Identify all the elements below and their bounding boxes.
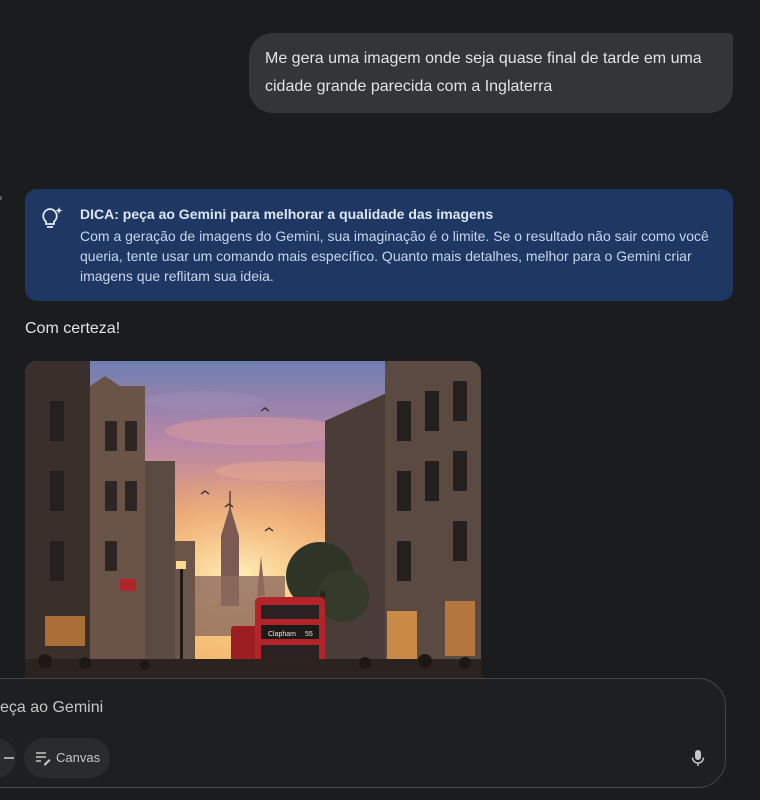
lightbulb-sparkle-icon: [42, 207, 63, 228]
reply-text: Com certeza!: [25, 320, 121, 337]
bus-number: 55: [305, 631, 313, 638]
bus-destination-sign: Clapham: [268, 631, 296, 638]
canvas-label: Canvas: [56, 750, 101, 765]
london-street-sunset-image: Clapham 55: [25, 361, 481, 679]
tip-card: DICA: peça ao Gemini para melhorar a qua…: [25, 189, 733, 301]
tip-body: Com a geração de imagens do Gemini, sua …: [80, 228, 709, 284]
user-message-text: Me gera uma imagem onde seja quase final…: [265, 50, 702, 95]
tip-title: DICA: peça ao Gemini para melhorar a qua…: [80, 206, 494, 222]
mic-icon[interactable]: [688, 748, 708, 768]
prompt-input-placeholder[interactable]: eça ao Gemini: [0, 699, 103, 717]
prompt-input-box[interactable]: [0, 678, 726, 788]
canvas-button[interactable]: Canvas: [24, 738, 110, 778]
generated-image[interactable]: Clapham 55: [25, 361, 481, 679]
user-message-bubble: Me gera uma imagem onde seja quase final…: [249, 33, 733, 113]
canvas-icon: [36, 752, 51, 766]
sidebar-marker: [0, 196, 2, 200]
plus-icon: [4, 757, 14, 759]
add-button[interactable]: [0, 738, 16, 778]
